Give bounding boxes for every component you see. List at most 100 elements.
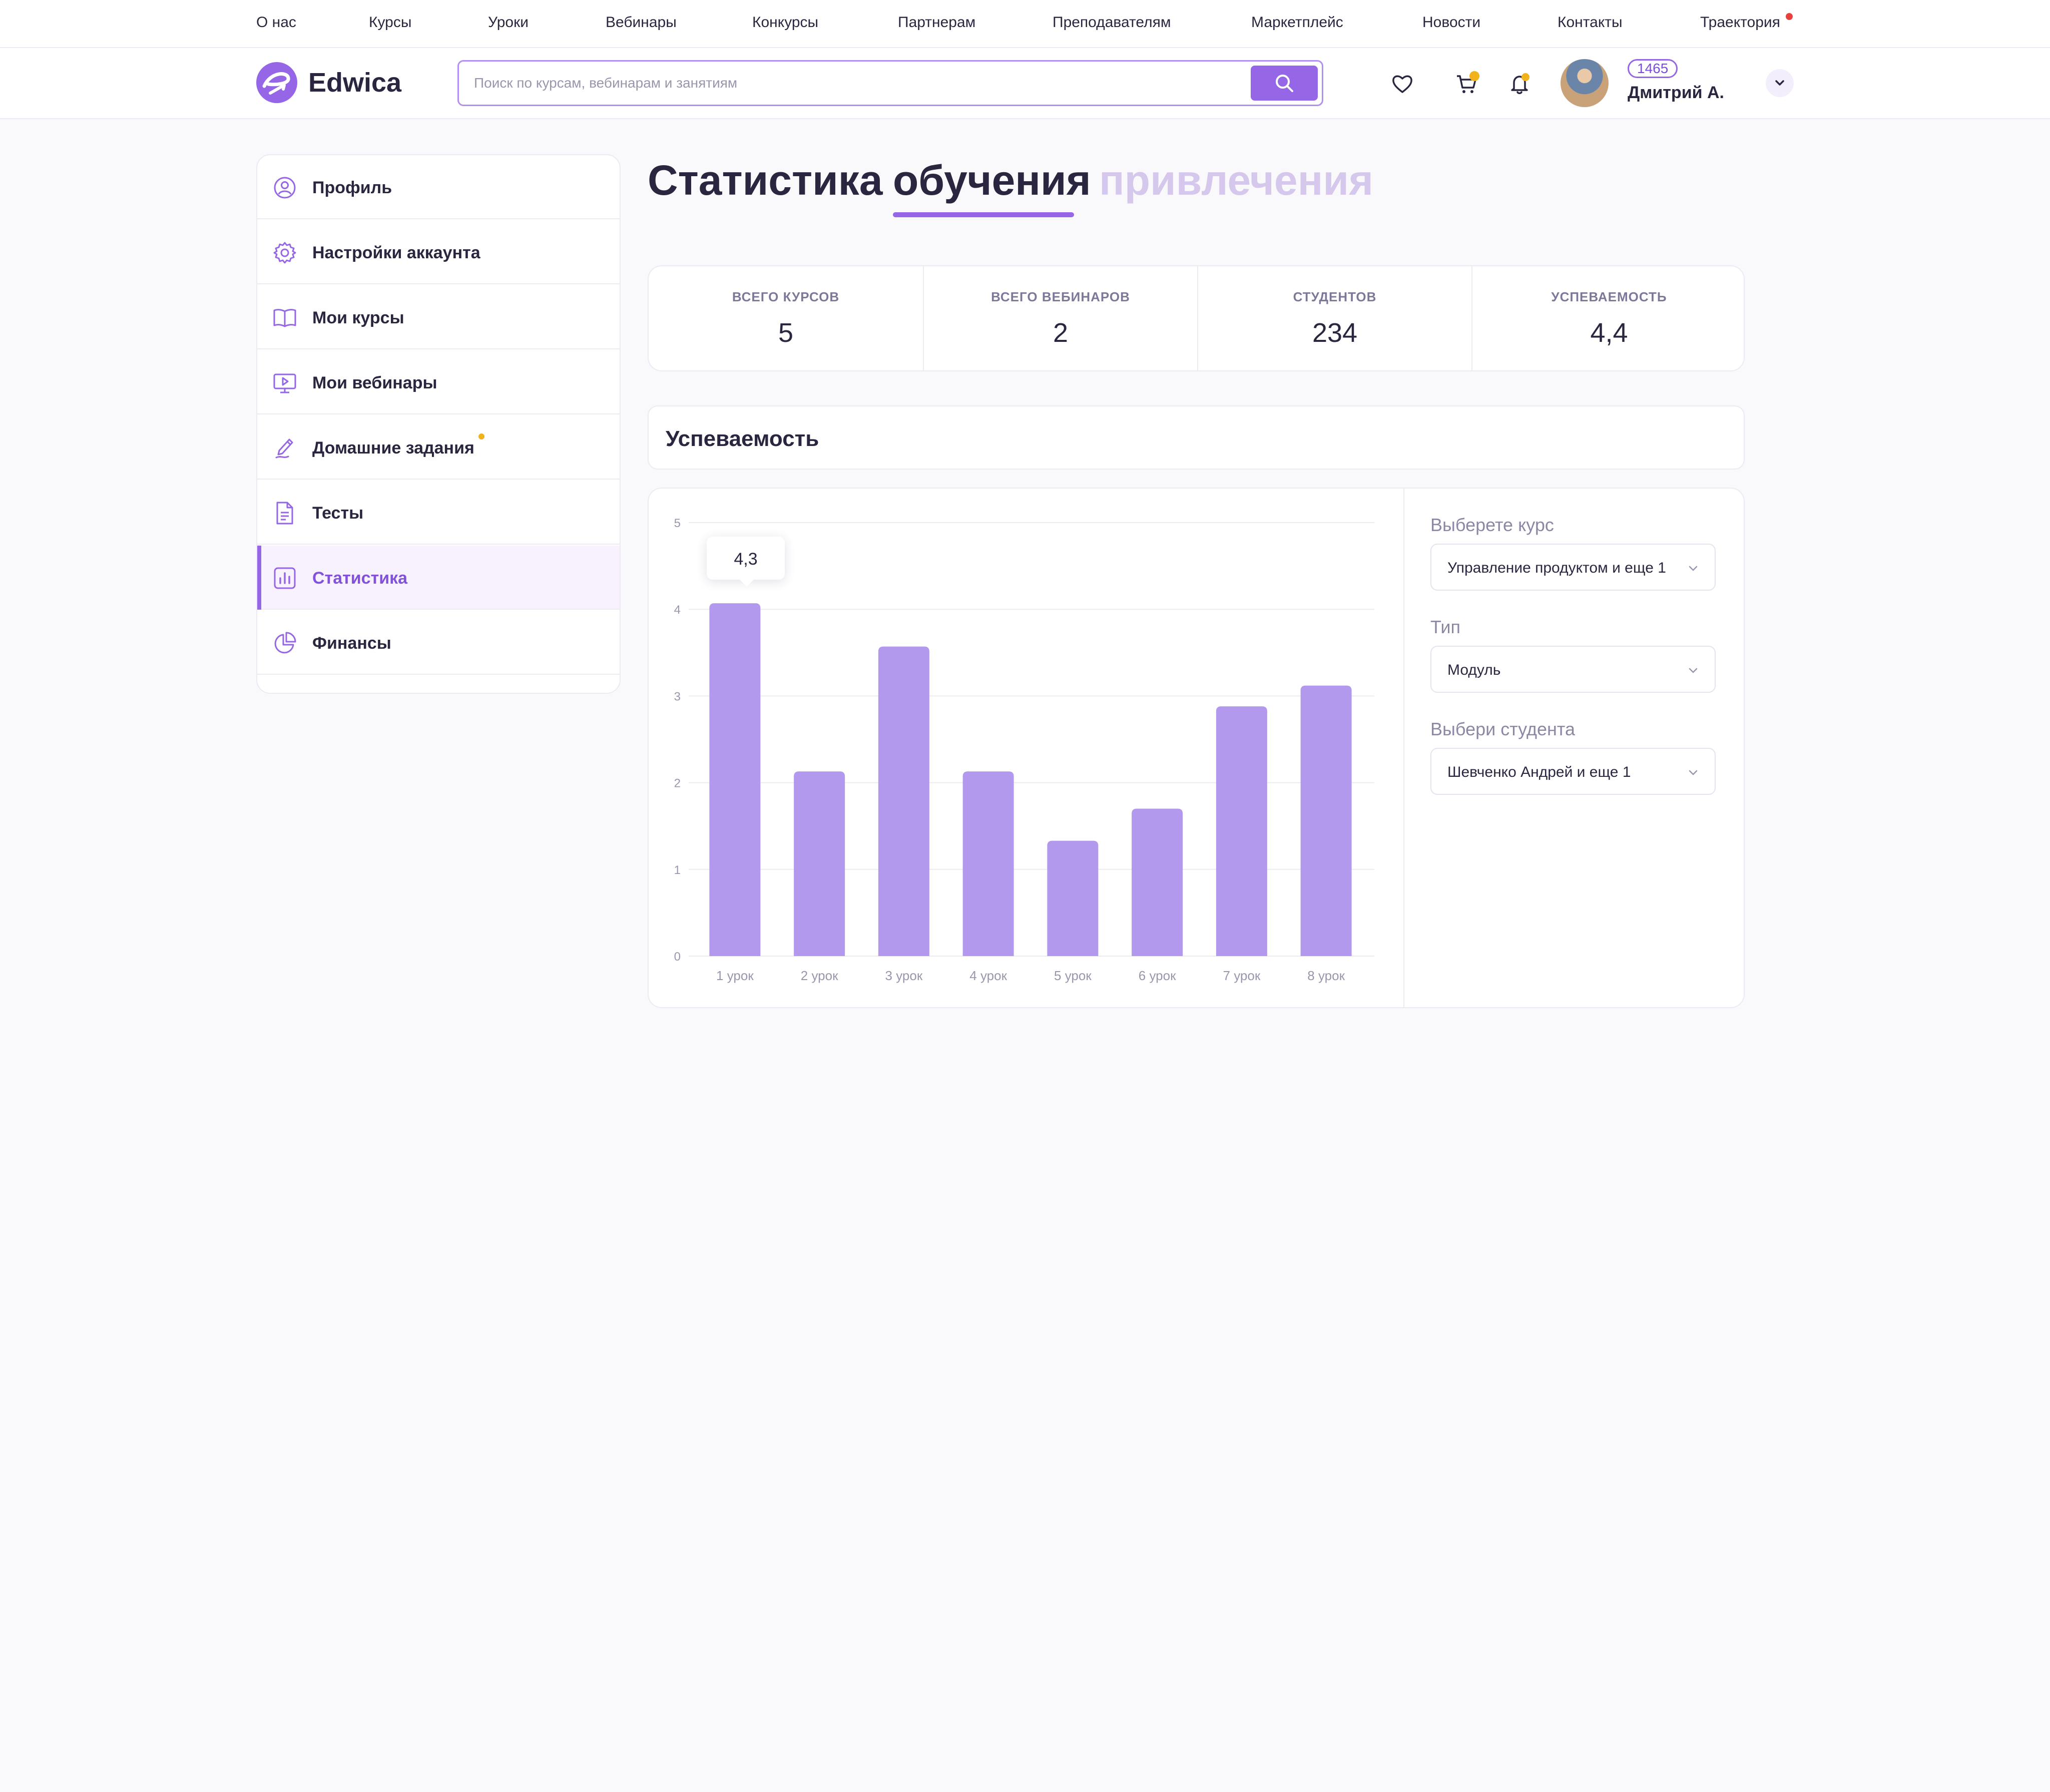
brand-name: Edwica — [308, 68, 402, 98]
document-icon — [276, 502, 293, 525]
pie-chart-icon — [274, 632, 296, 654]
nav-about[interactable]: О нас — [256, 14, 296, 31]
type-filter-label: Тип — [1430, 617, 1461, 637]
chart-bar — [1047, 840, 1099, 956]
sidebar-item-label: Профиль — [312, 178, 392, 197]
tab-attraction[interactable]: привлечения — [1099, 156, 1373, 205]
sidebar-item-my-webinars[interactable]: Мои вебинары — [257, 350, 620, 414]
chart-bar — [878, 646, 929, 956]
tooltip-value: 4,3 — [734, 550, 758, 569]
sidebar-item-label: Мои курсы — [312, 308, 404, 327]
video-screen-icon — [273, 373, 296, 393]
notification-badge — [1521, 73, 1529, 81]
x-tick-label: 6 урок — [1139, 968, 1176, 983]
student-select[interactable]: Шевченко Андрей и еще 1 — [1430, 748, 1716, 795]
user-menu-button[interactable] — [1766, 69, 1794, 97]
stat-caption: ВСЕГО ВЕБИНАРОВ — [991, 289, 1130, 304]
cart-button[interactable] — [1451, 69, 1481, 99]
notification-dot — [1786, 13, 1793, 20]
stat-students: СТУДЕНТОВ 234 — [1197, 266, 1471, 370]
x-tick-label: 5 урок — [1054, 968, 1092, 983]
tab-learning[interactable]: обучения — [893, 156, 1091, 205]
sidebar-item-label: Тесты — [312, 504, 364, 523]
gear-icon — [273, 242, 296, 264]
sidebar-item-label: Мои вебинары — [312, 373, 437, 392]
page-title: Статистика — [648, 157, 883, 204]
type-select[interactable]: Модуль — [1430, 646, 1716, 693]
y-tick-label: 1 — [674, 863, 681, 877]
username[interactable]: Дмитрий А. — [1628, 83, 1724, 103]
top-navigation: О нас Курсы Уроки Вебинары Конкурсы Парт… — [0, 0, 2050, 48]
search-bar — [457, 60, 1323, 106]
student-select-value: Шевченко Андрей и еще 1 — [1447, 764, 1631, 780]
sidebar-item-homework[interactable]: Домашние задания — [257, 415, 620, 480]
nav-teachers[interactable]: Преподавателям — [1053, 14, 1171, 31]
brand-logo[interactable]: Edwica — [255, 61, 401, 104]
bar-chart-icon — [274, 567, 296, 589]
chevron-down-icon — [1689, 770, 1698, 775]
chart-bar — [1132, 808, 1183, 956]
sidebar-item-tests[interactable]: Тесты — [257, 481, 620, 545]
logo-icon — [256, 62, 297, 103]
nav-contests[interactable]: Конкурсы — [752, 14, 818, 31]
nav-webinars[interactable]: Вебинары — [606, 14, 677, 31]
cart-badge — [1469, 71, 1479, 81]
sidebar-item-profile[interactable]: Профиль — [257, 155, 620, 219]
type-select-value: Модуль — [1447, 662, 1501, 678]
sidebar-item-label: Домашние задания — [312, 438, 474, 458]
nav-lessons[interactable]: Уроки — [488, 14, 529, 31]
heart-icon — [1392, 75, 1412, 93]
search-button[interactable] — [1251, 66, 1318, 101]
nav-news[interactable]: Новости — [1422, 14, 1480, 31]
x-tick-label: 1 урок — [716, 968, 754, 983]
homework-badge — [478, 433, 484, 439]
x-tick-label: 8 урок — [1307, 968, 1345, 983]
nav-marketplace[interactable]: Маркетплейс — [1251, 14, 1343, 31]
sidebar-item-account-settings[interactable]: Настройки аккаунта — [257, 220, 620, 284]
sidebar-item-finances[interactable]: Финансы — [257, 611, 620, 675]
x-tick-label: 2 урок — [801, 968, 838, 983]
sidebar-item-label: Финансы — [312, 634, 391, 653]
stat-value: 5 — [778, 318, 794, 348]
stat-performance: УСПЕВАЕМОСТЬ 4,4 — [1471, 266, 1746, 370]
favorites-button[interactable] — [1387, 69, 1417, 99]
sidebar-item-label: Статистика — [312, 569, 408, 588]
course-select-value: Управление продуктом и еще 1 — [1447, 560, 1666, 576]
chart-bar — [962, 771, 1014, 956]
stat-total-webinars: ВСЕГО ВЕБИНАРОВ 2 — [923, 266, 1197, 370]
x-tick-label: 4 урок — [969, 968, 1007, 983]
avatar[interactable] — [1561, 59, 1609, 107]
performance-section-header: Успеваемость — [648, 405, 1745, 470]
nav-contacts[interactable]: Контакты — [1558, 14, 1623, 31]
y-tick-label: 5 — [674, 517, 681, 530]
stat-total-courses: ВСЕГО КУРСОВ 5 — [649, 266, 923, 370]
nav-partners[interactable]: Партнерам — [898, 14, 975, 31]
search-icon — [1276, 75, 1293, 92]
sidebar-item-my-courses[interactable]: Мои курсы — [257, 285, 620, 349]
card-divider — [1403, 489, 1404, 1007]
notifications-button[interactable] — [1504, 69, 1534, 99]
course-select[interactable]: Управление продуктом и еще 1 — [1430, 544, 1716, 591]
chart-bar — [1300, 685, 1352, 956]
chart-bar — [794, 771, 845, 956]
stat-value: 4,4 — [1590, 318, 1628, 348]
search-input[interactable] — [474, 62, 1245, 105]
stat-value: 2 — [1053, 318, 1069, 348]
nav-courses[interactable]: Курсы — [369, 14, 411, 31]
stat-caption: ВСЕГО КУРСОВ — [732, 289, 840, 304]
sidebar-item-statistics[interactable]: Статистика — [257, 546, 620, 610]
stat-caption: СТУДЕНТОВ — [1293, 289, 1377, 304]
chevron-down-icon — [1689, 668, 1698, 673]
stat-value: 234 — [1312, 318, 1358, 348]
section-title: Успеваемость — [666, 426, 819, 451]
y-tick-label: 0 — [674, 950, 681, 964]
stat-caption: УСПЕВАЕМОСТЬ — [1551, 289, 1667, 304]
sidebar: Профиль Настройки аккаунта Мои курсы Мои… — [256, 154, 621, 694]
x-tick-label: 7 урок — [1223, 968, 1261, 983]
course-filter-label: Выберете курс — [1430, 515, 1554, 535]
y-tick-label: 4 — [674, 603, 681, 617]
chart-bar — [709, 603, 761, 956]
bar-tooltip: 4,3 — [707, 537, 785, 587]
nav-trajectory[interactable]: Траектория — [1700, 14, 1780, 31]
sidebar-item-label: Настройки аккаунта — [312, 243, 480, 262]
